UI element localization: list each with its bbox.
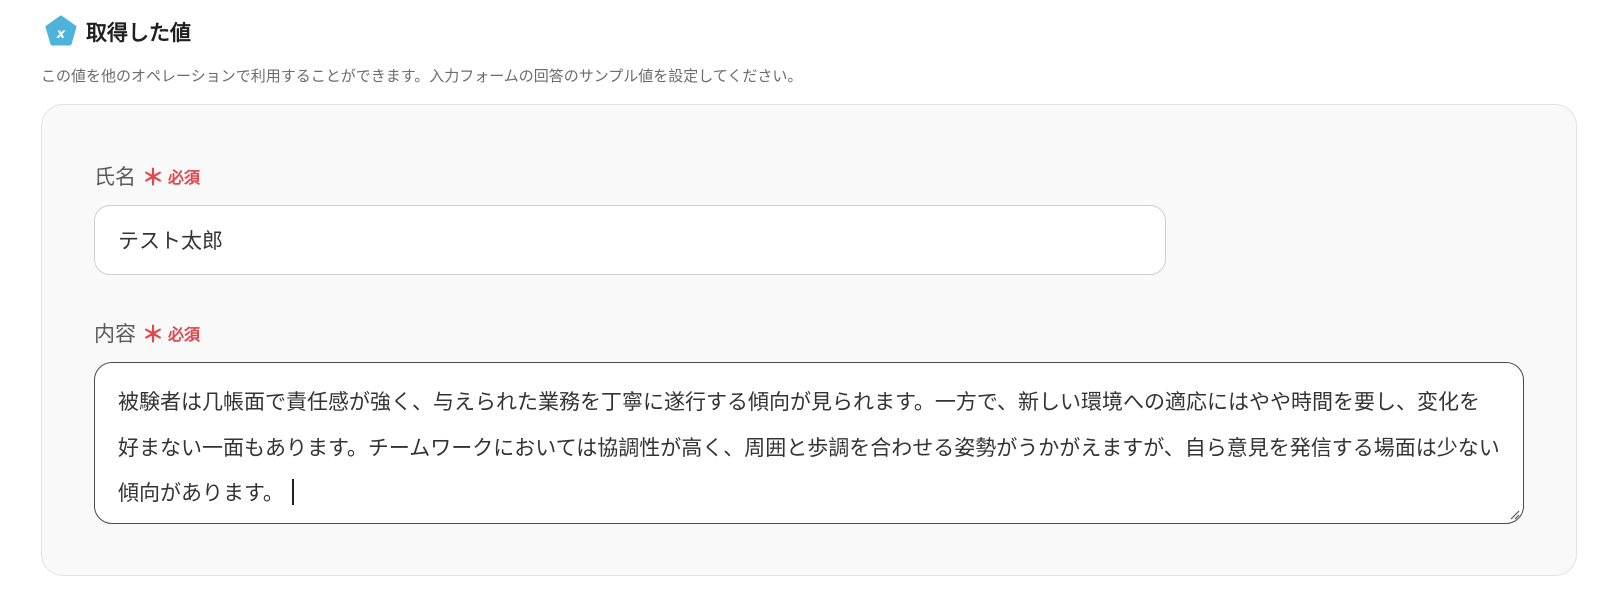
name-input[interactable]: テスト太郎 (94, 205, 1166, 275)
required-badge: 必須 (168, 168, 201, 187)
svg-text:x: x (56, 27, 66, 42)
content-textarea-value: 被験者は几帳面で責任感が強く、与えられた業務を丁寧に遂行する傾向が見られます。一… (118, 390, 1500, 505)
variable-x-icon: x (45, 15, 77, 46)
name-field-label: 氏名 (94, 165, 136, 189)
name-field-label-group: 氏名 ＊ 必須 (94, 160, 200, 192)
content-field-label-group: 内容 ＊ 必須 (94, 317, 200, 349)
name-input-value: テスト太郎 (118, 229, 223, 253)
required-badge: 必須 (168, 325, 201, 344)
section-description: この値を他のオペレーションで利用することができます。入力フォームの回答のサンプル… (41, 67, 803, 85)
text-caret (291, 479, 294, 505)
required-asterisk: ＊ (142, 323, 165, 348)
required-asterisk: ＊ (142, 166, 165, 191)
section-header: x 取得した値 (44, 14, 191, 50)
content-textarea[interactable]: 被験者は几帳面で責任感が強く、与えられた業務を丁寧に遂行する傾向が見られます。一… (94, 362, 1524, 524)
content-field-label: 内容 (94, 322, 136, 346)
section-title: 取得した値 (86, 21, 191, 45)
resize-handle-icon[interactable] (1508, 508, 1520, 520)
